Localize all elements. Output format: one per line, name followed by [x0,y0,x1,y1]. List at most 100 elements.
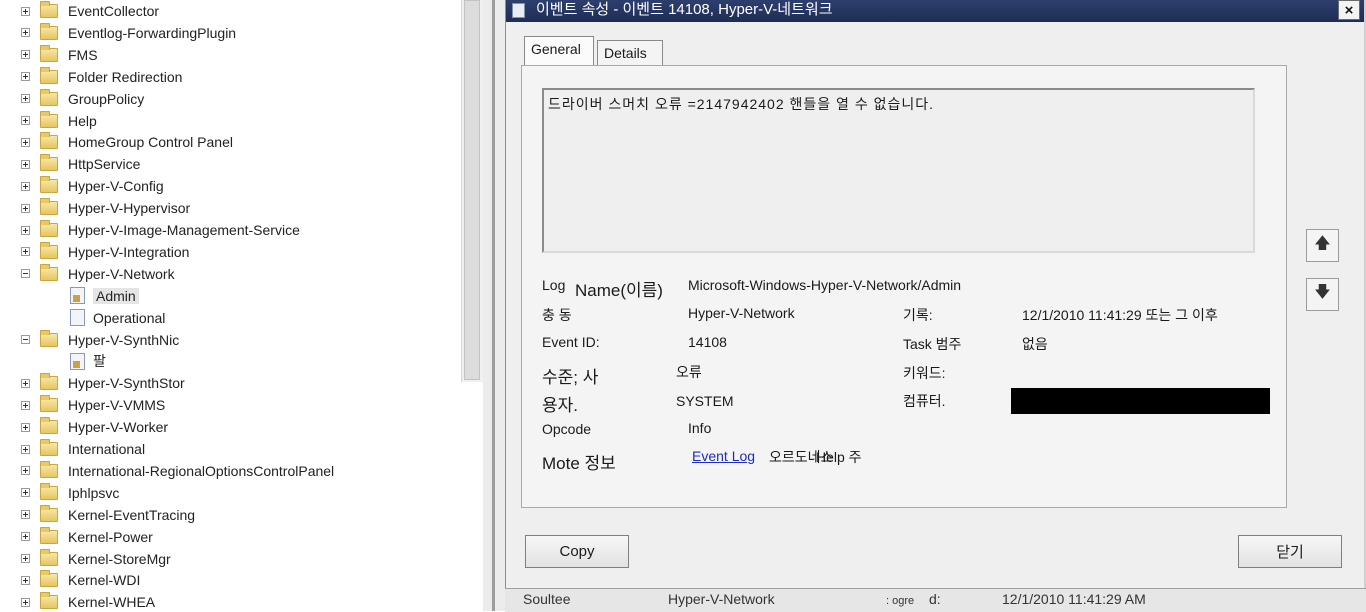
collapse-icon[interactable] [21,269,30,279]
event-description[interactable]: 드라이버 스머치 오류 =2147942402 핸들을 열 수 없습니다. [542,88,1255,253]
tree-item[interactable]: Hyper-V-Network [21,263,175,284]
expand-icon[interactable] [21,422,30,432]
tree-item[interactable]: Hyper-V-Config [21,176,164,196]
tree-item[interactable]: Hyper-V-Hypervisor [21,198,190,218]
event-log-help-link[interactable]: Event Log [692,448,755,464]
expand-icon[interactable] [21,72,30,82]
tree-item[interactable]: GroupPolicy [21,88,145,109]
tree-item[interactable]: International [21,439,145,459]
folder-icon [40,504,58,522]
expand-icon[interactable] [21,94,30,104]
tree-item-label: Hyper-V-Config [68,178,164,195]
close-button[interactable]: 닫기 [1238,535,1342,568]
preview-logged-value: 12/1/2010 11:41:29 AM [1002,591,1146,607]
tree-item[interactable]: Kernel-StoreMgr [21,548,171,569]
tree-item[interactable]: International-RegionalOptionsControlPane… [21,460,334,481]
tree-item[interactable]: EventCollector [21,1,159,21]
folder-icon [40,154,58,172]
expand-icon[interactable] [21,378,30,388]
folder-icon [40,22,58,40]
copy-button[interactable]: Copy [525,535,629,568]
tree-item-label: Hyper-V-Image-Management-Service [68,222,300,238]
tree-item-label: Kernel-WHEA [68,594,156,611]
folder-icon [40,176,58,194]
tree-item[interactable]: Operational [70,308,165,328]
general-tab-panel: 드라이버 스머치 오류 =2147942402 핸들을 열 수 없습니다. Lo… [521,65,1287,508]
computer-value-redacted [1011,388,1270,414]
expand-icon[interactable] [21,400,30,410]
expand-icon[interactable] [21,444,30,454]
tree-item[interactable]: Iphlpsvc [21,482,119,503]
logged-value: 12/1/2010 11:41:29 또는 그 이후 [1022,307,1218,323]
expand-icon[interactable] [21,597,30,607]
expand-icon[interactable] [21,247,30,257]
expand-icon[interactable] [21,575,30,585]
tree-item[interactable]: 팔 [70,351,106,371]
tree-item-label: Hyper-V-VMMS [68,397,166,414]
folder-icon [40,88,58,106]
tab-details[interactable]: Details [597,40,663,66]
folder-icon [40,548,58,566]
expand-icon[interactable] [21,181,30,191]
tree-item[interactable]: Hyper-V-SynthNic [21,329,179,350]
tree-scrollbar[interactable] [461,0,484,382]
tree-item[interactable]: Hyper-V-Image-Management-Service [21,220,300,240]
expand-icon[interactable] [21,203,30,213]
folder-icon [40,132,58,150]
tree-item[interactable]: Eventlog-ForwardingPlugin [21,22,236,43]
expand-icon[interactable] [21,28,30,38]
logged-label: 기록: [903,307,933,323]
tree-item[interactable]: Hyper-V-VMMS [21,395,165,415]
preview-logged-label: : ogre [886,595,915,607]
dialog-titlebar[interactable]: 이벤트 속성 - 이벤트 14108, Hyper-V-네트워크 × [506,0,1364,22]
tree-item-label: Hyper-V-Integration [68,243,190,260]
collapse-icon[interactable] [21,335,30,344]
tree-item[interactable]: Hyper-V-Worker [21,417,168,437]
expand-icon[interactable] [21,6,30,16]
log-name-label-a: Log [542,277,566,293]
tree-item[interactable]: Hyper-V-Integration [21,241,190,262]
tab-general[interactable]: General [524,36,594,66]
preview-pane-row: Soultee Hyper-V-Network : ogre d: 12/1/2… [505,588,1366,612]
close-icon[interactable]: × [1338,0,1360,20]
folder-icon [40,439,58,456]
next-event-button[interactable]: 🡇 [1306,278,1339,311]
tree-item-label: Hyper-V-SynthStor [68,375,185,392]
folder-icon [40,44,58,62]
task-category-value: 없음 [1022,336,1048,352]
tree-item[interactable]: FMS [21,44,98,65]
expand-icon[interactable] [21,532,30,542]
tree-item[interactable]: Kernel-EventTracing [21,504,195,525]
folder-icon [40,110,58,128]
expand-icon[interactable] [21,554,30,563]
folder-icon [40,1,58,18]
folder-icon [40,526,58,544]
expand-icon[interactable] [21,488,30,498]
tree-item[interactable]: Help [21,110,97,131]
tree-item-label: Hyper-V-Worker [68,419,169,436]
folder-icon [40,220,58,237]
tree-scrollbar-thumb[interactable] [464,0,480,380]
previous-event-button[interactable]: 🡅 [1306,229,1339,262]
tree-item-label: Operational [93,309,166,326]
tree-item[interactable]: Hyper-V-SynthStor [21,373,185,393]
expand-icon[interactable] [21,225,30,235]
expand-icon[interactable] [21,137,30,147]
more-information-label: Mote 정보 [542,454,616,473]
tree-item[interactable]: HomeGroup Control Panel [21,132,233,152]
expand-icon[interactable] [21,116,30,125]
tree-item[interactable]: Admin [70,286,139,306]
tree-item-label: GroupPolicy [68,90,145,107]
expand-icon[interactable] [21,510,30,520]
tree-item[interactable]: Folder Redirection [21,66,182,87]
tree-item[interactable]: Kernel-Power [21,526,153,547]
tree-item[interactable]: Kernel-WHEA [21,592,155,612]
keywords-label: 키워드: [903,365,946,381]
expand-icon[interactable] [21,466,30,476]
computer-label: 컴퓨터. [903,393,946,409]
tree-item[interactable]: HttpService [21,154,140,174]
expand-icon[interactable] [21,159,30,169]
folder-icon [40,460,58,478]
expand-icon[interactable] [21,50,30,60]
tree-item[interactable]: Kernel-WDI [21,570,140,590]
